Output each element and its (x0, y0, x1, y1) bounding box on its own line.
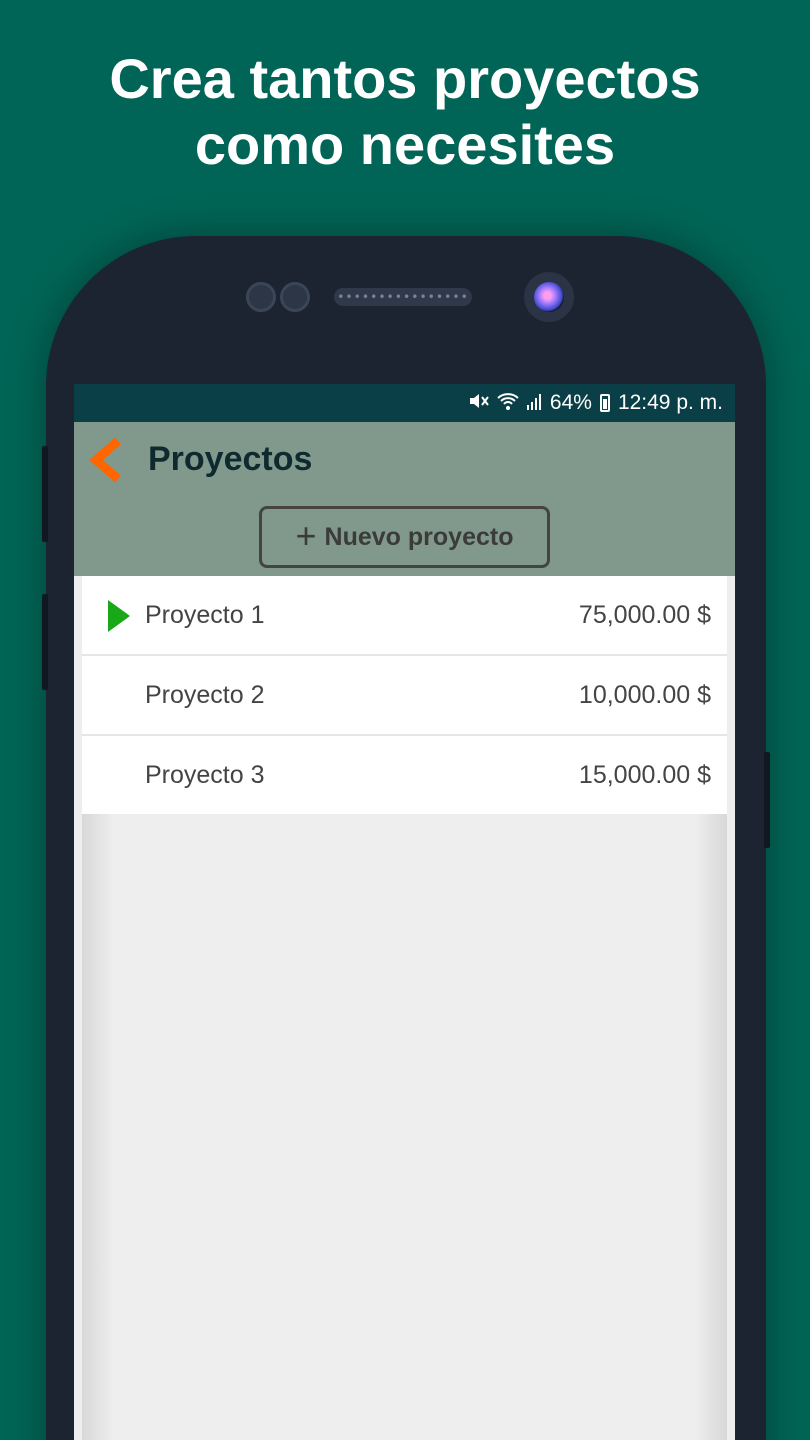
project-item-2[interactable]: Proyecto 2 10,000.00 $ (82, 656, 727, 736)
project-amount: 15,000.00 $ (578, 760, 711, 789)
project-amount: 75,000.00 $ (578, 600, 711, 629)
project-item-1[interactable]: Proyecto 1 75,000.00 $ (82, 576, 727, 656)
promo-headline: Crea tantos proyectos como necesites (0, 46, 810, 178)
new-project-label: Nuevo proyecto (324, 522, 514, 551)
project-name: Proyecto 1 (145, 600, 265, 629)
project-item-3[interactable]: Proyecto 3 15,000.00 $ (82, 736, 727, 816)
empty-list-area (82, 814, 727, 1440)
volume-up-button (42, 446, 48, 542)
project-amount: 10,000.00 $ (578, 680, 711, 709)
sensor-icon (246, 282, 276, 312)
camera-icon (524, 272, 574, 322)
app-screen: 64% 12:49 p. m. Proyectos + Nuevo proyec… (74, 384, 735, 1440)
new-project-button[interactable]: + Nuevo proyecto (259, 506, 550, 568)
mute-icon (468, 391, 490, 416)
battery-icon (599, 394, 610, 412)
page-title: Proyectos (148, 440, 313, 478)
clock: 12:49 p. m. (617, 391, 723, 414)
plus-icon: + (295, 515, 317, 556)
headline-line-1: Crea tantos proyectos (109, 47, 701, 110)
speaker-grille: •••••••••••••••• (334, 288, 472, 306)
project-name: Proyecto 3 (145, 760, 265, 789)
sensor-icon (280, 282, 310, 312)
battery-percent: 64% (549, 391, 592, 414)
wifi-icon (496, 391, 520, 416)
volume-down-button (42, 594, 48, 690)
project-list: Proyecto 1 75,000.00 $ Proyecto 2 10,000… (82, 576, 727, 816)
chevron-left-icon[interactable] (86, 436, 130, 484)
status-bar: 64% 12:49 p. m. (74, 384, 735, 422)
signal-icon (526, 391, 544, 416)
project-name: Proyecto 2 (145, 680, 265, 709)
headline-line-2: como necesites (194, 113, 616, 176)
power-button (764, 752, 770, 848)
play-icon (108, 600, 130, 632)
